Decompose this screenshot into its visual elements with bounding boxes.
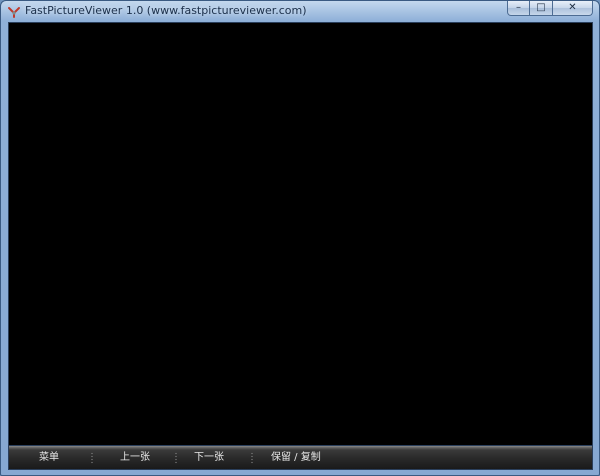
- maximize-button[interactable]: □: [530, 1, 553, 16]
- maximize-icon: □: [536, 2, 546, 13]
- menu-button[interactable]: 菜单: [39, 452, 59, 464]
- toolbar-separator: [251, 452, 253, 464]
- close-icon: ✕: [568, 2, 577, 13]
- window-controls: – □ ✕: [507, 1, 593, 17]
- close-button[interactable]: ✕: [553, 1, 593, 16]
- app-icon[interactable]: [7, 4, 21, 18]
- minimize-icon: –: [516, 2, 521, 13]
- keep-copy-button[interactable]: 保留 / 复制: [271, 452, 321, 464]
- title-bar[interactable]: FastPictureViewer 1.0 (www.fastpicturevi…: [1, 1, 599, 21]
- previous-button[interactable]: 上一张: [120, 452, 150, 464]
- next-button[interactable]: 下一张: [194, 452, 224, 464]
- minimize-button[interactable]: –: [507, 1, 530, 16]
- image-viewport[interactable]: [8, 22, 593, 446]
- toolbar-separator: [91, 452, 93, 464]
- window-title: FastPictureViewer 1.0 (www.fastpicturevi…: [25, 4, 307, 17]
- bottom-toolbar: 菜单 上一张 下一张 保留 / 复制: [8, 446, 593, 470]
- app-window: FastPictureViewer 1.0 (www.fastpicturevi…: [0, 0, 600, 476]
- toolbar-separator: [175, 452, 177, 464]
